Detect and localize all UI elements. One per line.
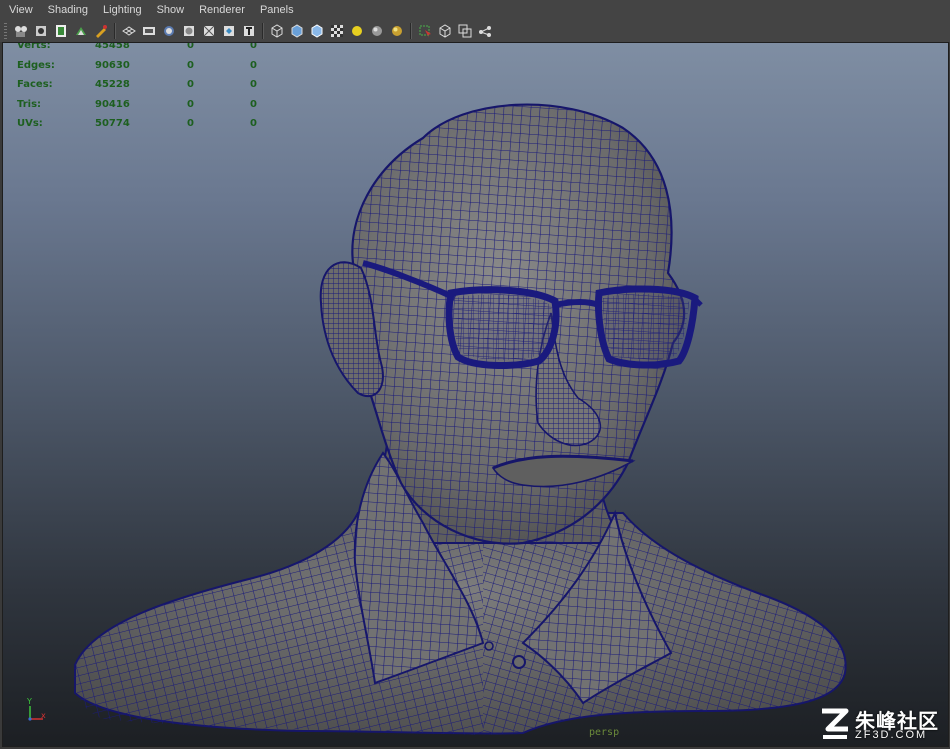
menu-lighting[interactable]: Lighting (95, 0, 149, 20)
image-plane-icon[interactable] (53, 23, 69, 39)
grid-icon[interactable] (121, 23, 137, 39)
view-axis-indicator: Y x (21, 697, 51, 727)
camera-name-label: persp (589, 727, 620, 738)
hud-value: 0 (187, 42, 194, 51)
hud-value: 0 (187, 59, 194, 71)
watermark-logo: 朱峰社区 ZF3D.COM (819, 705, 943, 745)
menu-renderer[interactable]: Renderer (191, 0, 252, 20)
xray-joints-icon[interactable] (477, 23, 493, 39)
hud-value: 0 (250, 42, 257, 51)
maya-app: View Shading Lighting Show Renderer Pane… (0, 0, 950, 749)
toolbar-grip[interactable] (4, 23, 7, 39)
hud-value: 45458 (95, 42, 130, 51)
isolate-select-icon[interactable] (437, 23, 453, 39)
hud-value: 0 (187, 118, 194, 129)
toolbar-separator (410, 23, 412, 39)
2d-pan-zoom-icon[interactable] (73, 23, 89, 39)
hud-value: 90630 (95, 59, 130, 71)
hud-value: 0 (187, 98, 194, 110)
hud-value: 50774 (95, 118, 130, 129)
film-gate-icon[interactable] (141, 23, 157, 39)
hud-value: 0 (250, 59, 257, 71)
panel-menu-bar: View Shading Lighting Show Renderer Pane… (0, 0, 950, 20)
wireframe-head-mesh (74, 103, 847, 735)
hud-value: 0 (250, 98, 257, 110)
menu-panels[interactable]: Panels (252, 0, 301, 20)
grease-pencil-icon[interactable] (93, 23, 109, 39)
resolution-gate-icon[interactable] (161, 23, 177, 39)
toolbar-separator (262, 23, 264, 39)
default-material-icon[interactable] (309, 23, 325, 39)
safe-action-icon[interactable] (221, 23, 237, 39)
perspective-viewport[interactable]: Verts: 45458 0 0 Edges: 90630 0 0 Faces: 45228 0 0 T… (2, 42, 949, 747)
hud-value: 0 (250, 118, 257, 129)
select-camera-icon[interactable] (417, 23, 433, 39)
safe-title-icon[interactable] (241, 23, 257, 39)
smooth-shade-icon[interactable] (289, 23, 305, 39)
xray-icon[interactable] (457, 23, 473, 39)
hud-value: 45228 (95, 79, 130, 90)
menu-view[interactable]: View (0, 0, 40, 20)
ambient-occlusion-icon[interactable] (389, 23, 405, 39)
hud-value: 0 (187, 79, 194, 90)
use-all-lights-icon[interactable] (349, 23, 365, 39)
axis-x-label: x (41, 711, 46, 720)
camera-attributes-icon[interactable] (13, 23, 29, 39)
menu-shading[interactable]: Shading (40, 0, 95, 20)
hud-label: Tris: (17, 98, 42, 110)
field-chart-icon[interactable] (201, 23, 217, 39)
bookmarks-icon[interactable] (33, 23, 49, 39)
toolbar-separator (114, 23, 116, 39)
hud-label: UVs: (17, 118, 43, 129)
panel-toolbar (0, 20, 950, 42)
wireframe-icon[interactable] (269, 23, 285, 39)
hud-label: Edges: (17, 59, 55, 71)
hud-label: Verts: (17, 42, 51, 51)
hud-value: 90416 (95, 98, 130, 110)
shadows-icon[interactable] (369, 23, 385, 39)
hud-label: Faces: (17, 79, 53, 90)
gate-mask-icon[interactable] (181, 23, 197, 39)
textured-icon[interactable] (329, 23, 345, 39)
axis-y-label: Y (27, 697, 32, 706)
menu-show[interactable]: Show (149, 0, 192, 20)
hud-value: 0 (250, 79, 257, 90)
